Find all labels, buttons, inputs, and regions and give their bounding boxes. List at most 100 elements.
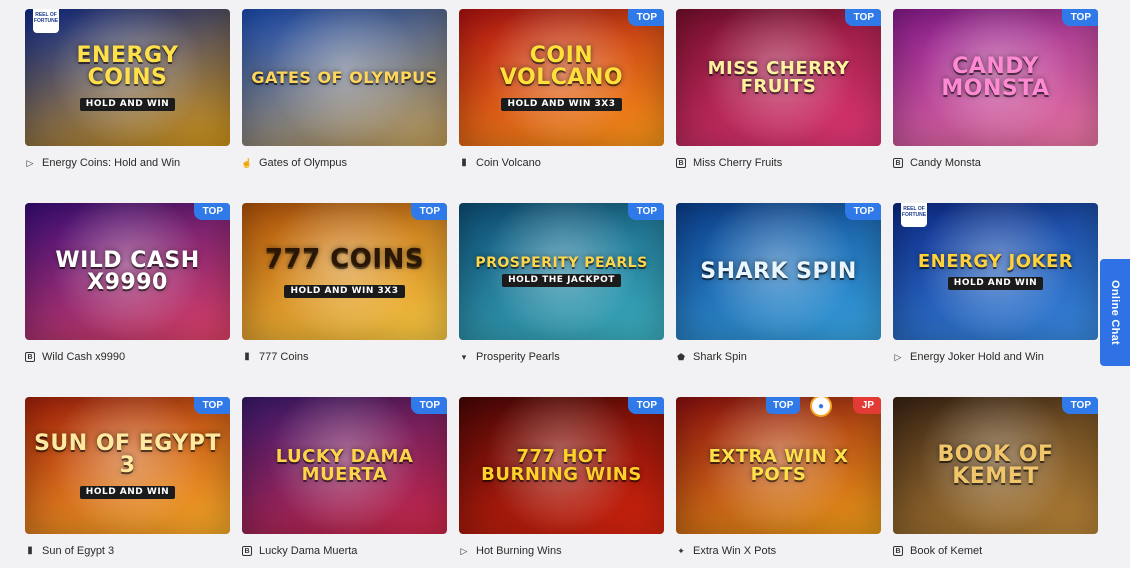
- game-name: Shark Spin: [693, 351, 747, 363]
- game-name: Book of Kemet: [910, 545, 983, 557]
- top-badge: TOP: [1061, 9, 1098, 26]
- game-art-title-text: Gates of Olympus: [251, 67, 438, 87]
- top-badge: TOP: [766, 397, 801, 414]
- game-caption[interactable]: ✦ Extra Win X Pots: [676, 545, 776, 557]
- game-caption[interactable]: ▷ Energy Coins: Hold and Win: [25, 157, 181, 169]
- play-triangle-icon: ▷: [26, 157, 34, 168]
- game-name: Lucky Dama Muerta: [259, 545, 358, 557]
- game-thumbnail[interactable]: Prosperity Pearls Hold the Jackpot TOP: [459, 203, 664, 340]
- game-caption[interactable]: ▮ 777 Coins: [242, 351, 309, 363]
- game-art-title: Wild Cash x9990: [25, 247, 230, 295]
- game-art-title: Miss Cherry Fruits: [676, 57, 881, 97]
- game-card[interactable]: Lucky Dama Muerta TOP B Lucky Dama Muerta: [242, 397, 447, 568]
- game-art-subtitle: Hold and Win 3x3: [501, 97, 622, 111]
- game-thumbnail[interactable]: Miss Cherry Fruits TOP: [676, 9, 881, 146]
- game-art-title-text: Energy Coins: [76, 42, 179, 90]
- game-name: Energy Joker Hold and Win: [910, 351, 1044, 363]
- top-badge: TOP: [410, 397, 447, 414]
- game-name: Hot Burning Wins: [476, 545, 562, 557]
- game-thumbnail[interactable]: Extra Win X Pots JP TOP ●: [676, 397, 881, 534]
- game-art-title-text: Energy Joker: [917, 251, 1074, 272]
- game-card[interactable]: Energy Coins Hold and Win REEL OF FORTUNE ▷…: [25, 9, 230, 195]
- game-name: Sun of Egypt 3: [42, 545, 115, 557]
- game-art-title-text: Lucky Dama Muerta: [275, 445, 414, 485]
- game-card[interactable]: Prosperity Pearls Hold the Jackpot TOP ▾ Pro…: [459, 203, 664, 389]
- game-art-subtitle: Hold and Win: [79, 485, 176, 499]
- game-art-title-text: Candy Monsta: [941, 53, 1050, 101]
- game-caption[interactable]: B Lucky Dama Muerta: [242, 545, 357, 557]
- game-art-title: 777 Hot Burning Wins: [459, 447, 664, 484]
- b-square-icon: B: [893, 158, 903, 168]
- game-caption[interactable]: ▮ Sun of Egypt 3: [25, 545, 114, 557]
- game-caption[interactable]: B Candy Monsta: [893, 157, 981, 169]
- game-card[interactable]: 777 Coins Hold and Win 3x3 TOP ▮ 777 Coins: [242, 203, 447, 389]
- game-art-title: 777 Coins Hold and Win 3x3: [257, 246, 432, 298]
- game-thumbnail[interactable]: Wild Cash x9990 TOP: [25, 203, 230, 340]
- game-name: Wild Cash x9990: [42, 351, 126, 363]
- game-art-title-text: Miss Cherry Fruits: [707, 57, 850, 97]
- game-card[interactable]: Sun of Egypt 3 Hold and Win TOP ▮ Sun of Egy…: [25, 397, 230, 568]
- game-name: Energy Coins: Hold and Win: [42, 157, 181, 169]
- game-thumbnail[interactable]: Lucky Dama Muerta TOP: [242, 397, 447, 534]
- top-badge: TOP: [1061, 397, 1098, 414]
- game-caption[interactable]: ▷ Energy Joker Hold and Win: [893, 351, 1044, 363]
- game-art-title-text: 777 Coins: [264, 243, 425, 274]
- game-thumbnail[interactable]: Candy Monsta TOP: [893, 9, 1098, 146]
- b-square-icon: B: [893, 546, 903, 556]
- top-badge: TOP: [193, 397, 230, 414]
- game-art-title-text: Coin Volcano: [499, 42, 624, 90]
- game-caption[interactable]: ☝ Gates of Olympus: [241, 157, 347, 169]
- game-card[interactable]: Book of Kemet TOP B Book of Kemet: [893, 397, 1098, 568]
- cube-icon: ▮: [27, 545, 33, 556]
- game-art-title-text: Shark Spin: [700, 258, 857, 284]
- game-card[interactable]: Candy Monsta TOP B Candy Monsta: [893, 9, 1098, 195]
- game-name: Candy Monsta: [910, 157, 981, 169]
- jackpot-badge: JP: [852, 397, 881, 414]
- online-chat-button[interactable]: Online Chat: [1100, 259, 1130, 366]
- game-art-title: Lucky Dama Muerta: [242, 445, 447, 485]
- game-art-title: Gates of Olympus: [243, 67, 445, 87]
- game-name: 777 Coins: [259, 351, 309, 363]
- cube-icon: ▮: [461, 157, 467, 168]
- game-caption[interactable]: ▮ Coin Volcano: [459, 157, 541, 169]
- game-art-subtitle: Hold and Win 3x3: [284, 284, 405, 298]
- game-thumbnail[interactable]: Book of Kemet TOP: [893, 397, 1098, 534]
- game-caption[interactable]: B Wild Cash x9990: [25, 351, 125, 363]
- game-art-title: Coin Volcano Hold and Win 3x3: [459, 42, 664, 111]
- game-card[interactable]: Shark Spin TOP ⬟ Shark Spin: [676, 203, 881, 389]
- b-square-icon: B: [676, 158, 686, 168]
- game-thumbnail[interactable]: 777 Coins Hold and Win 3x3 TOP: [242, 203, 447, 340]
- game-art-title: Candy Monsta: [893, 53, 1098, 101]
- game-caption[interactable]: ▷ Hot Burning Wins: [459, 545, 562, 557]
- game-art-title-text: Wild Cash x9990: [55, 247, 200, 295]
- game-caption[interactable]: ▾ Prosperity Pearls: [459, 351, 560, 363]
- game-card[interactable]: Wild Cash x9990 TOP B Wild Cash x9990: [25, 203, 230, 389]
- game-thumbnail[interactable]: 777 Hot Burning Wins TOP: [459, 397, 664, 534]
- reel-of-fortune-badge: REEL OF FORTUNE: [901, 203, 927, 227]
- game-thumbnail[interactable]: Shark Spin TOP: [676, 203, 881, 340]
- game-name: Coin Volcano: [476, 157, 541, 169]
- game-thumbnail[interactable]: Energy Coins Hold and Win REEL OF FORTUNE: [25, 9, 230, 146]
- game-caption[interactable]: B Book of Kemet: [893, 545, 982, 557]
- game-card[interactable]: 777 Hot Burning Wins TOP ▷ Hot Burning Wins: [459, 397, 664, 568]
- game-art-title: Shark Spin: [692, 258, 865, 284]
- game-card[interactable]: Coin Volcano Hold and Win 3x3 TOP ▮ Coin Vol…: [459, 9, 664, 195]
- game-caption[interactable]: B Miss Cherry Fruits: [676, 157, 782, 169]
- game-art-title-text: Extra Win X Pots: [708, 445, 849, 485]
- game-art-title-text: Sun of Egypt 3: [34, 430, 221, 478]
- shield-icon: ⬟: [677, 351, 685, 362]
- game-thumbnail[interactable]: Gates of Olympus: [242, 9, 447, 146]
- b-square-icon: B: [242, 546, 252, 556]
- game-card[interactable]: Miss Cherry Fruits TOP B Miss Cherry Fruits: [676, 9, 881, 195]
- game-thumbnail[interactable]: Coin Volcano Hold and Win 3x3 TOP: [459, 9, 664, 146]
- game-thumbnail[interactable]: Energy Joker Hold and Win REEL OF FORTUNE: [893, 203, 1098, 340]
- game-card[interactable]: Energy Joker Hold and Win REEL OF FORTUNE ▷…: [893, 203, 1098, 389]
- game-thumbnail[interactable]: Sun of Egypt 3 Hold and Win TOP: [25, 397, 230, 534]
- top-badge: TOP: [193, 203, 230, 220]
- game-card[interactable]: Gates of Olympus ☝ Gates of Olympus: [241, 9, 447, 195]
- top-badge: TOP: [844, 203, 881, 220]
- game-art-title: Energy Joker Hold and Win: [910, 253, 1081, 290]
- game-caption[interactable]: ⬟ Shark Spin: [676, 351, 747, 363]
- game-name: Prosperity Pearls: [476, 351, 560, 363]
- game-card[interactable]: Extra Win X Pots JP TOP ● ✦ Extra Win X Pots: [676, 397, 881, 568]
